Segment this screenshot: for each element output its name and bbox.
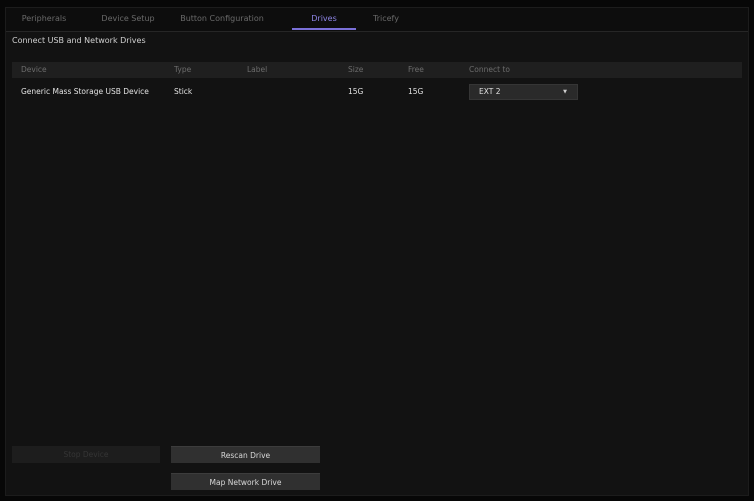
- column-header-connect-to: Connect to: [469, 65, 510, 74]
- column-header-device: Device: [21, 65, 47, 74]
- map-network-drive-button[interactable]: Map Network Drive: [171, 473, 320, 490]
- dropdown-arrow-icon: ▼: [563, 89, 567, 95]
- column-header-label: Label: [247, 65, 268, 74]
- column-header-size: Size: [348, 65, 364, 74]
- drives-table-header: Device Type Label Size Free Connect to: [12, 62, 742, 78]
- tab-device-setup[interactable]: Device Setup: [100, 8, 156, 31]
- table-row[interactable]: Generic Mass Storage USB Device Stick 15…: [12, 82, 742, 102]
- device-size-cell: 15G: [348, 87, 364, 96]
- stop-device-button[interactable]: Stop Device: [12, 446, 160, 463]
- connect-to-dropdown[interactable]: EXT 2 ▼: [469, 84, 578, 100]
- active-tab-indicator: [292, 28, 356, 30]
- tab-bar: Peripherals Device Setup Button Configur…: [6, 8, 748, 32]
- tab-button-configuration[interactable]: Button Configuration: [178, 8, 266, 31]
- drives-settings-screen: Peripherals Device Setup Button Configur…: [5, 7, 749, 496]
- connect-to-value: EXT 2: [479, 87, 501, 96]
- column-header-type: Type: [174, 65, 192, 74]
- tab-peripherals[interactable]: Peripherals: [19, 8, 69, 31]
- device-type-cell: Stick: [174, 87, 193, 96]
- column-header-free: Free: [408, 65, 424, 74]
- rescan-drive-button[interactable]: Rescan Drive: [171, 446, 320, 463]
- tab-tricefy[interactable]: Tricefy: [368, 8, 404, 31]
- device-free-cell: 15G: [408, 87, 424, 96]
- section-title: Connect USB and Network Drives: [12, 36, 146, 45]
- device-name-cell: Generic Mass Storage USB Device: [21, 87, 149, 96]
